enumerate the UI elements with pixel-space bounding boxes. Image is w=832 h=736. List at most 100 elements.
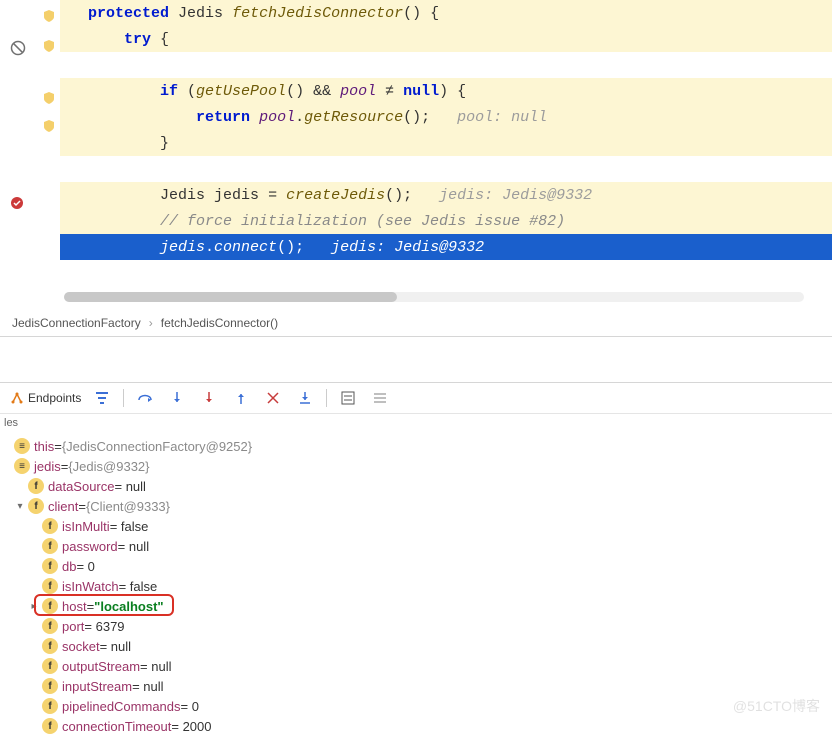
var-name: host [62, 599, 87, 614]
punct: . [205, 239, 214, 256]
code-editor[interactable]: protected Jedis fetchJedisConnector() { … [0, 0, 832, 302]
filter-icon[interactable] [91, 387, 113, 409]
keyword: protected [88, 5, 169, 22]
var-row-connectiontimeout[interactable]: f connectionTimeout = 2000 [0, 716, 832, 736]
var-row-client[interactable]: ▾ f client = {Client@9333} [0, 496, 832, 516]
punct: () { [403, 5, 439, 22]
var-name: outputStream [62, 659, 140, 674]
code-line[interactable]: try { [60, 26, 832, 52]
operator: ≠ [376, 83, 403, 100]
var-value: "localhost" [94, 599, 163, 614]
drop-frame-icon[interactable] [262, 387, 284, 409]
no-entry-icon [10, 40, 26, 61]
method-call: getUsePool [196, 83, 286, 100]
var-value: {Jedis@9332} [68, 459, 149, 474]
var-value: {Client@9333} [86, 499, 170, 514]
method-call: connect [214, 239, 277, 256]
var-name: db [62, 559, 76, 574]
settings-icon[interactable] [369, 387, 391, 409]
keyword: null [403, 83, 439, 100]
var-value: = null [100, 639, 131, 654]
shield-icon [44, 120, 54, 137]
var-name: port [62, 619, 84, 634]
field-icon: f [42, 658, 58, 674]
punct: ( [178, 83, 196, 100]
field-icon: f [28, 498, 44, 514]
panel-divider [0, 337, 832, 383]
current-line[interactable]: jedis.connect(); jedis: Jedis@9332 [60, 234, 832, 260]
code-line[interactable] [60, 52, 832, 78]
endpoints-label: Endpoints [28, 391, 81, 405]
step-into-icon[interactable] [166, 387, 188, 409]
var-value: = 0 [76, 559, 94, 574]
var-row-password[interactable]: f password = null [0, 536, 832, 556]
code-line[interactable]: } [60, 130, 832, 156]
separator [123, 389, 124, 407]
var-name: inputStream [62, 679, 132, 694]
field-icon: f [42, 718, 58, 734]
identifier: jedis [160, 239, 205, 256]
variables-header: les [0, 414, 832, 432]
var-value: = false [119, 579, 158, 594]
breakpoint-icon[interactable] [10, 196, 24, 215]
keyword: if [160, 83, 178, 100]
var-row-inputstream[interactable]: f inputStream = null [0, 676, 832, 696]
var-name: dataSource [48, 479, 115, 494]
collapse-icon[interactable]: ▾ [12, 501, 28, 512]
var-name: this [34, 439, 54, 454]
shield-icon [44, 40, 54, 57]
code-line[interactable] [60, 260, 832, 286]
var-row-host[interactable]: ▸ f host = "localhost" [0, 596, 832, 616]
breadcrumb-item[interactable]: JedisConnectionFactory [12, 316, 141, 330]
object-icon: ≡ [14, 438, 30, 454]
var-value: = null [140, 659, 171, 674]
expand-icon[interactable]: ▸ [26, 601, 42, 612]
code-line[interactable]: // force initialization (see Jedis issue… [60, 208, 832, 234]
var-row-isinwatch[interactable]: f isInWatch = false [0, 576, 832, 596]
var-row-isinmulti[interactable]: f isInMulti = false [0, 516, 832, 536]
field-icon: f [42, 698, 58, 714]
type: Jedis [178, 5, 223, 22]
breadcrumb-item[interactable]: fetchJedisConnector() [161, 316, 278, 330]
code-line[interactable]: if (getUsePool() && pool ≠ null) { [60, 78, 832, 104]
code-lines[interactable]: protected Jedis fetchJedisConnector() { … [60, 0, 832, 286]
step-out-icon[interactable] [230, 387, 252, 409]
var-name: connectionTimeout [62, 719, 171, 734]
var-row-this[interactable]: ≡ this = {JedisConnectionFactory@9252} [0, 436, 832, 456]
equals: = [87, 599, 95, 614]
breadcrumb[interactable]: JedisConnectionFactory › fetchJedisConne… [0, 310, 832, 337]
var-row-jedis[interactable]: ≡ jedis = {Jedis@9332} [0, 456, 832, 476]
horizontal-scrollbar[interactable] [64, 292, 804, 302]
inline-debug-value: jedis: Jedis@9332 [439, 187, 592, 204]
inline-debug-value: pool: null [457, 109, 547, 126]
punct: (); [403, 109, 430, 126]
var-row-port[interactable]: f port = 6379 [0, 616, 832, 636]
var-name: socket [62, 639, 100, 654]
punct: (); [277, 239, 304, 256]
type: Jedis [160, 187, 205, 204]
method-call: getResource [304, 109, 403, 126]
code-line[interactable]: protected Jedis fetchJedisConnector() { [60, 0, 832, 26]
shield-icon [44, 92, 54, 109]
endpoints-tab[interactable]: Endpoints [10, 391, 81, 405]
field-icon: f [42, 578, 58, 594]
run-to-cursor-icon[interactable] [294, 387, 316, 409]
evaluate-icon[interactable] [337, 387, 359, 409]
code-line[interactable]: return pool.getResource(); pool: null [60, 104, 832, 130]
step-over-icon[interactable] [134, 387, 156, 409]
var-row-socket[interactable]: f socket = null [0, 636, 832, 656]
code-line[interactable]: Jedis jedis = createJedis(); jedis: Jedi… [60, 182, 832, 208]
var-name: isInMulti [62, 519, 110, 534]
var-value: = false [110, 519, 149, 534]
variables-tree[interactable]: ≡ this = {JedisConnectionFactory@9252} ≡… [0, 432, 832, 736]
code-line[interactable] [60, 156, 832, 182]
var-row-outputstream[interactable]: f outputStream = null [0, 656, 832, 676]
var-row-db[interactable]: f db = 0 [0, 556, 832, 576]
force-step-into-icon[interactable] [198, 387, 220, 409]
var-value: = 2000 [171, 719, 211, 734]
var-name: client [48, 499, 78, 514]
var-row-datasource[interactable]: f dataSource = null [0, 476, 832, 496]
var-row-pipelined[interactable]: f pipelinedCommands = 0 [0, 696, 832, 716]
operator: = [259, 187, 286, 204]
endpoints-icon [10, 391, 24, 405]
